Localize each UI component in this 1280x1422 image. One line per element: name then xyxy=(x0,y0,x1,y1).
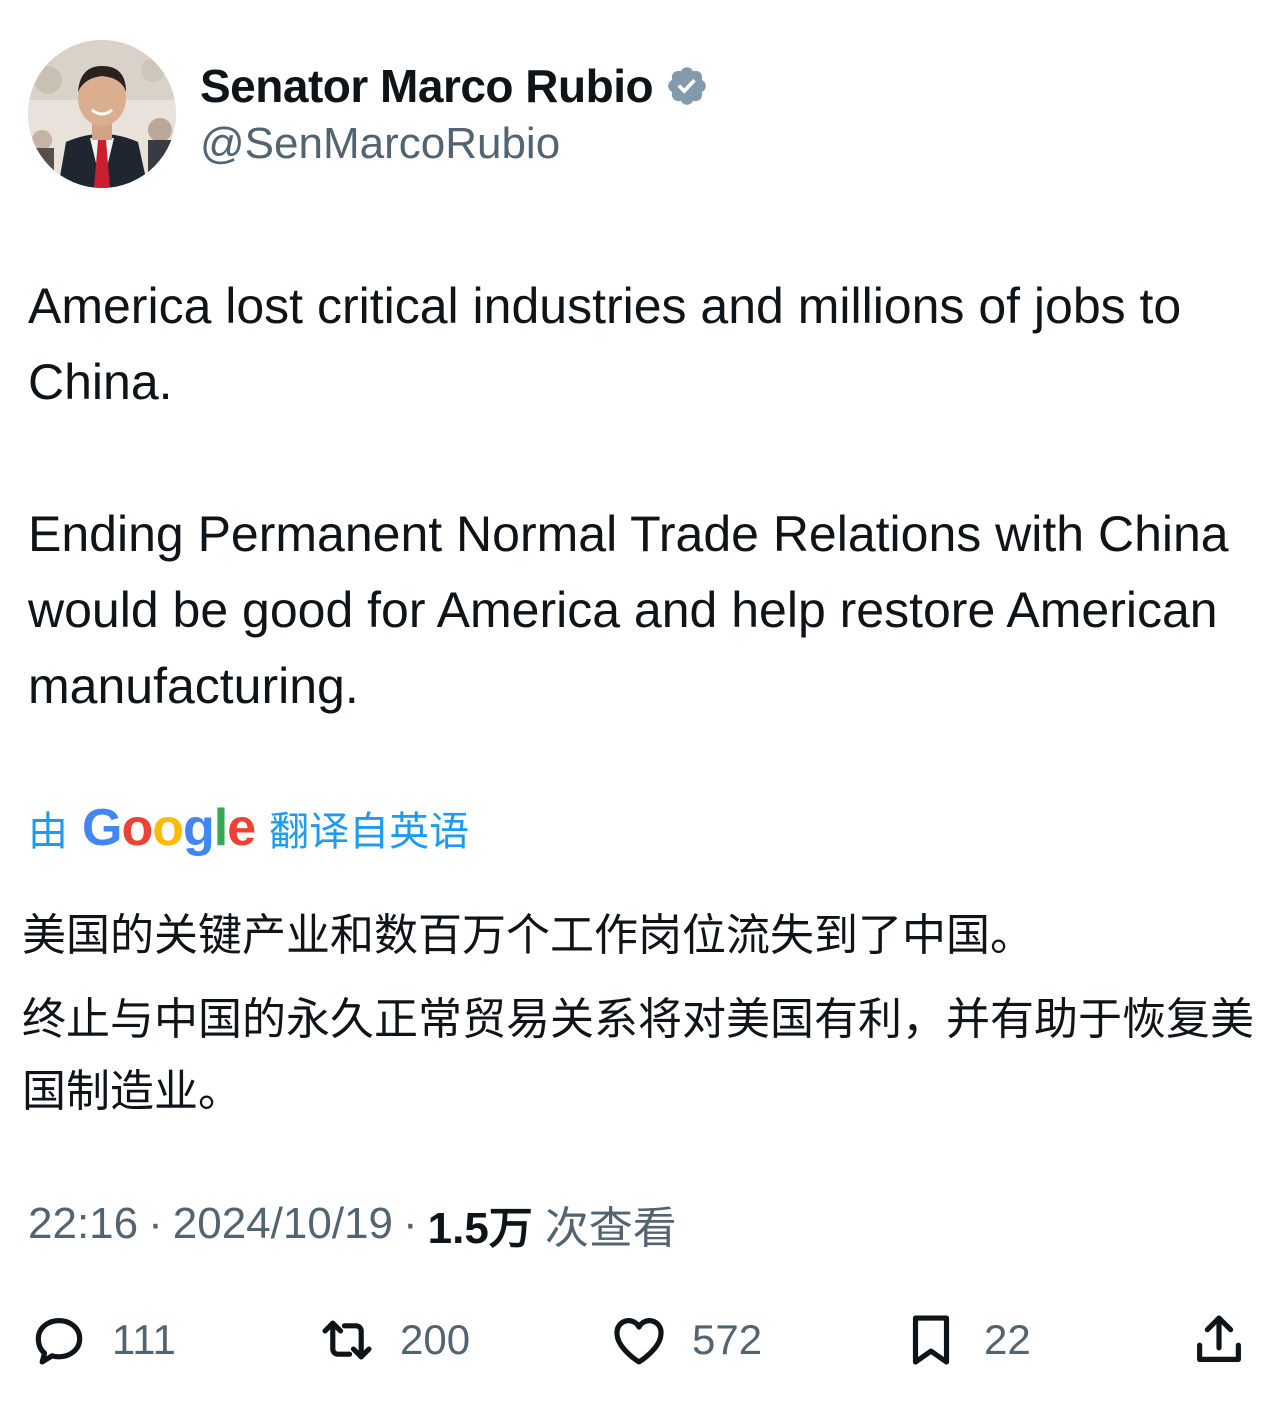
heart-icon xyxy=(614,1318,664,1365)
repost-count: 200 xyxy=(400,1316,471,1363)
translation-prefix: 由 xyxy=(28,810,68,854)
user-handle[interactable]: @SenMarcoRubio xyxy=(200,119,709,169)
meta-separator: · xyxy=(402,1199,418,1248)
translated-paragraph: 终止与中国的永久正常贸易关系将对美国有利，并有助于恢复美国制造业。 xyxy=(22,994,1254,1117)
bookmark-button[interactable]: 22 xyxy=(900,1300,1031,1380)
reply-count: 111 xyxy=(112,1316,176,1363)
tweet-paragraph: America lost critical industries and mil… xyxy=(28,278,1182,410)
tweet-paragraph: Ending Permanent Normal Trade Relations … xyxy=(28,506,1229,714)
tweet-body: America lost critical industries and mil… xyxy=(28,268,1248,724)
meta-separator: · xyxy=(148,1199,163,1248)
like-count: 572 xyxy=(692,1316,763,1363)
translated-paragraph: 美国的关键产业和数百万个工作岗位流失到了中国。 xyxy=(22,910,1034,961)
like-button[interactable]: 572 xyxy=(608,1300,762,1380)
translation-suffix: 翻译自英语 xyxy=(269,810,470,854)
repost-icon xyxy=(322,1320,372,1360)
display-name[interactable]: Senator Marco Rubio xyxy=(200,59,654,113)
verified-badge-icon xyxy=(665,64,709,108)
share-icon xyxy=(1197,1315,1241,1362)
translated-body: 美国的关键产业和数百万个工作岗位流失到了中国。 终止与中国的永久正常贸易关系将对… xyxy=(22,900,1258,1128)
repost-button[interactable]: 200 xyxy=(316,1300,470,1380)
google-logo: Google xyxy=(82,799,256,857)
avatar[interactable] xyxy=(28,40,176,188)
bookmark-count: 22 xyxy=(984,1316,1031,1363)
tweet-date[interactable]: 2024/10/19 xyxy=(173,1199,393,1249)
views-count: 1.5万 xyxy=(427,1204,533,1253)
avatar-photo xyxy=(28,40,176,188)
tweet-time[interactable]: 22:16 xyxy=(28,1199,138,1249)
translation-attribution[interactable]: 由 Google 翻译自英语 xyxy=(28,798,469,858)
action-bar: 111 200 572 22 xyxy=(28,1300,1252,1380)
bookmark-icon xyxy=(912,1315,950,1365)
tweet-meta: 22:16 · 2024/10/19 · 1.5万 次查看 xyxy=(28,1192,677,1256)
share-button[interactable] xyxy=(1188,1300,1250,1380)
views-label: 次查看 xyxy=(544,1204,677,1253)
reply-icon xyxy=(35,1318,83,1365)
reply-button[interactable]: 111 xyxy=(28,1300,176,1380)
tweet-header: Senator Marco Rubio @SenMarcoRubio xyxy=(28,40,709,188)
